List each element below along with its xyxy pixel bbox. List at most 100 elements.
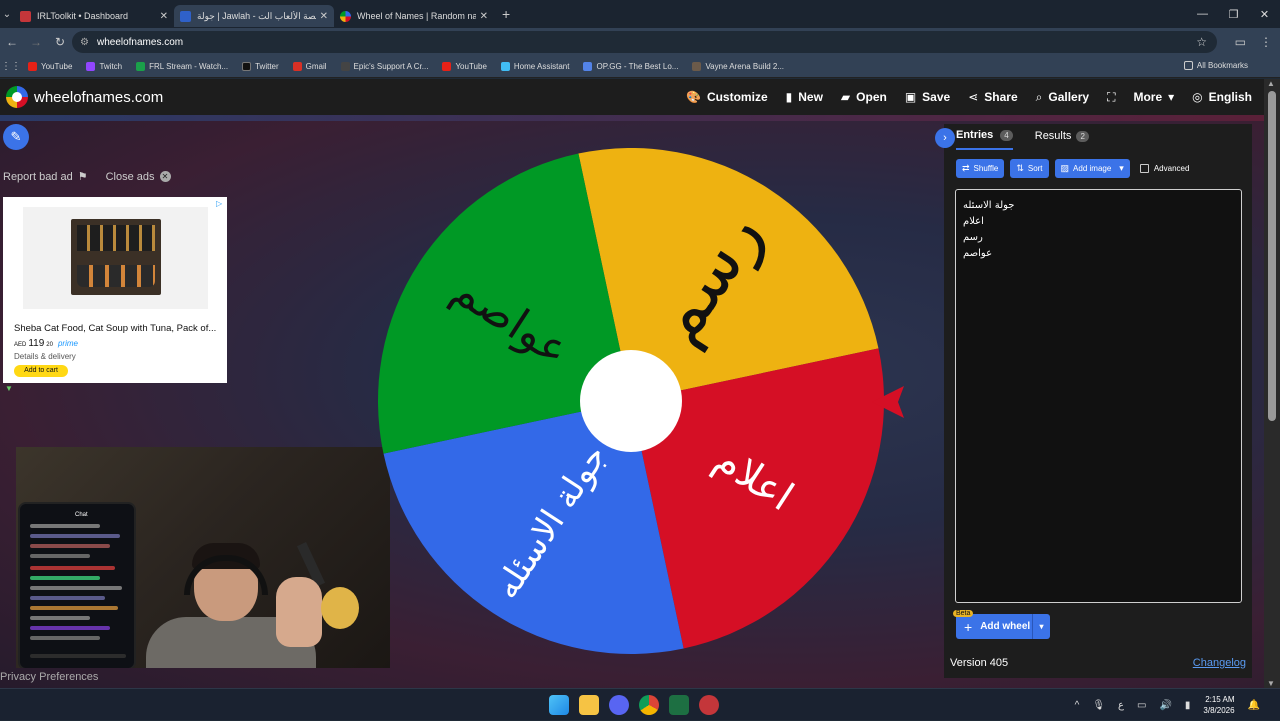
back-icon[interactable]: ←: [0, 35, 24, 49]
clock[interactable]: 2:15 AM 3/8/2026: [1203, 694, 1234, 716]
site-title[interactable]: wheelofnames.com: [34, 89, 163, 106]
address-bar[interactable]: ⚙ wheelofnames.com ☆: [72, 31, 1217, 53]
site-info-icon[interactable]: ⚙: [80, 37, 89, 48]
bookmark-youtube-2[interactable]: YouTube: [442, 62, 487, 71]
customize-button[interactable]: 🎨 Customize: [686, 90, 768, 104]
edit-pencil-button[interactable]: ✎: [3, 124, 29, 150]
product-name[interactable]: Sheba Cat Food, Cat Soup with Tuna, Pack…: [14, 323, 216, 334]
bookmark-youtube[interactable]: YouTube: [28, 62, 72, 71]
wheel-svg[interactable]: رسم اعلام جولة الاسئله عواصم: [378, 147, 884, 654]
browser-tab-irltoolkit[interactable]: IRLToolkit • Dashboard ✕: [14, 5, 174, 27]
bookmark-opgg[interactable]: OP.GG - The Best Lo...: [583, 62, 678, 71]
irltoolkit-favicon-icon: [20, 10, 31, 22]
gallery-button[interactable]: ⌕ Gallery: [1036, 90, 1089, 105]
privacy-preferences-link[interactable]: Privacy Preferences: [0, 671, 98, 683]
tab-close-icon[interactable]: ✕: [320, 11, 328, 22]
chrome-icon[interactable]: [639, 695, 659, 715]
bookmark-frl-stream[interactable]: FRL Stream - Watch...: [136, 62, 228, 71]
pencil-icon: ✎: [10, 129, 22, 144]
menu-kebab-icon[interactable]: ⋮: [1260, 35, 1272, 49]
product-ad[interactable]: ▷ Sheba Cat Food, Cat Soup with Tuna, Pa…: [3, 197, 227, 383]
entries-textarea[interactable]: جولة الاسئله اعلام رسم عواصم: [955, 189, 1242, 603]
profile-icon[interactable]: ▭: [1235, 35, 1246, 49]
product-image[interactable]: [23, 207, 208, 309]
shuffle-icon: ⇄: [962, 163, 970, 173]
restore-icon[interactable]: ❐: [1218, 0, 1249, 28]
tab-entries[interactable]: Entries 4: [956, 129, 1013, 150]
all-bookmarks[interactable]: All Bookmarks: [1183, 61, 1248, 70]
bookmark-vayne-build[interactable]: Vayne Arena Build 2...: [692, 62, 784, 71]
forward-icon[interactable]: →: [24, 35, 48, 49]
share-button[interactable]: ⋖ Share: [968, 90, 1017, 104]
wheel[interactable]: رسم اعلام جولة الاسئله عواصم: [378, 147, 884, 654]
discord-icon[interactable]: [609, 695, 629, 715]
changelog-link[interactable]: Changelog: [1193, 657, 1246, 669]
apps-grid-icon[interactable]: ⋮⋮: [0, 61, 22, 72]
excel-icon[interactable]: [669, 695, 689, 715]
new-tab-icon[interactable]: +: [502, 6, 510, 22]
shuffle-button[interactable]: ⇄ Shuffle: [956, 159, 1005, 178]
sort-button[interactable]: ⇅ Sort: [1010, 159, 1049, 178]
scrollbar-thumb[interactable]: [1268, 91, 1276, 421]
webcam-overlay: Chat: [16, 447, 390, 668]
scroll-down-icon[interactable]: ▼: [1267, 679, 1275, 688]
bookmark-gmail[interactable]: Gmail: [292, 62, 327, 71]
save-icon: ▣: [904, 90, 917, 104]
volume-icon[interactable]: 🔊: [1159, 700, 1171, 711]
reload-icon[interactable]: ↻: [48, 35, 72, 49]
minimize-icon[interactable]: —: [1187, 0, 1218, 28]
open-button[interactable]: ▰ Open: [841, 90, 887, 104]
stream-chat-phone: Chat: [18, 502, 136, 668]
new-button[interactable]: ▮ New: [786, 90, 823, 104]
notifications-icon[interactable]: 🔔: [1248, 700, 1260, 711]
windows-start-icon[interactable]: [549, 695, 569, 715]
add-wheel-button[interactable]: + Add wheel ▾: [956, 614, 1050, 639]
url-text: wheelofnames.com: [96, 36, 184, 48]
ad-marker-icon: ▼: [5, 384, 13, 393]
microphone-icon[interactable]: 🎙: [1092, 700, 1105, 711]
bookmark-twitter[interactable]: Twitter: [242, 62, 279, 71]
collapse-panel-button[interactable]: ›: [935, 128, 955, 148]
version-text: Version 405: [950, 657, 1009, 669]
bookmark-star-icon[interactable]: ☆: [1196, 35, 1207, 49]
site-menu: 🎨 Customize ▮ New ▰ Open ▣ Save ⋖ Share ⌕ Gall…: [686, 79, 1252, 115]
tab-title: جولة | Jawlah - منصة الألعاب الت...: [197, 10, 316, 21]
site-header: wheelofnames.com 🎨 Customize ▮ New ▰ Open ▣…: [0, 79, 1264, 115]
chevron-up-icon[interactable]: ^: [1075, 700, 1080, 711]
tab-title: IRLToolkit • Dashboard: [37, 11, 129, 21]
chevron-right-icon: ›: [943, 132, 947, 144]
chevron-down-icon: ▾: [1168, 90, 1175, 104]
irltoolkit-icon[interactable]: [699, 695, 719, 715]
save-button[interactable]: ▣ Save: [905, 90, 950, 104]
tab-results[interactable]: Results 2: [1035, 129, 1089, 150]
add-image-button[interactable]: ▨ Add image ▾: [1054, 159, 1130, 178]
scroll-up-icon[interactable]: ▲: [1267, 79, 1275, 88]
tab-search-icon[interactable]: ⌄: [0, 0, 14, 28]
folder-icon: ▰: [840, 90, 851, 104]
tab-close-icon[interactable]: ✕: [160, 11, 168, 22]
close-ads-link[interactable]: Close ads ✕: [106, 170, 171, 183]
fullscreen-button[interactable]: ⛶: [1107, 90, 1115, 105]
wheel-logo-icon[interactable]: [6, 86, 28, 108]
language-button[interactable]: ◎ English: [1192, 90, 1252, 104]
adchoices-icon[interactable]: ▷: [216, 199, 224, 208]
advanced-checkbox[interactable]: Advanced: [1139, 164, 1189, 173]
more-button[interactable]: More ▾: [1133, 90, 1174, 104]
battery-icon[interactable]: ▮: [1185, 700, 1191, 711]
browser-tab-jawlah[interactable]: جولة | Jawlah - منصة الألعاب الت... ✕: [174, 5, 334, 27]
bookmark-twitch[interactable]: Twitch: [86, 62, 122, 71]
tab-close-icon[interactable]: ✕: [480, 11, 488, 22]
bookmark-home-assistant[interactable]: Home Assistant: [500, 62, 569, 71]
browser-tab-wheel-of-names[interactable]: Wheel of Names | Random nam... ✕: [334, 5, 494, 27]
network-icon[interactable]: ▭: [1137, 700, 1146, 711]
add-to-cart-button[interactable]: Add to cart: [14, 365, 68, 377]
report-bad-ad-link[interactable]: Report bad ad ⚑: [3, 170, 88, 184]
ad-links: Report bad ad ⚑ Close ads ✕: [3, 170, 171, 183]
add-wheel-dropdown[interactable]: ▾: [1032, 614, 1050, 639]
page-scrollbar[interactable]: ▲ ▼: [1264, 79, 1280, 688]
language-indicator[interactable]: ع: [1118, 700, 1124, 711]
wheel-center[interactable]: [580, 350, 682, 452]
file-explorer-icon[interactable]: [579, 695, 599, 715]
bookmark-epic-support[interactable]: Epic's Support A Cr...: [340, 62, 428, 71]
close-window-icon[interactable]: ✕: [1249, 0, 1280, 28]
